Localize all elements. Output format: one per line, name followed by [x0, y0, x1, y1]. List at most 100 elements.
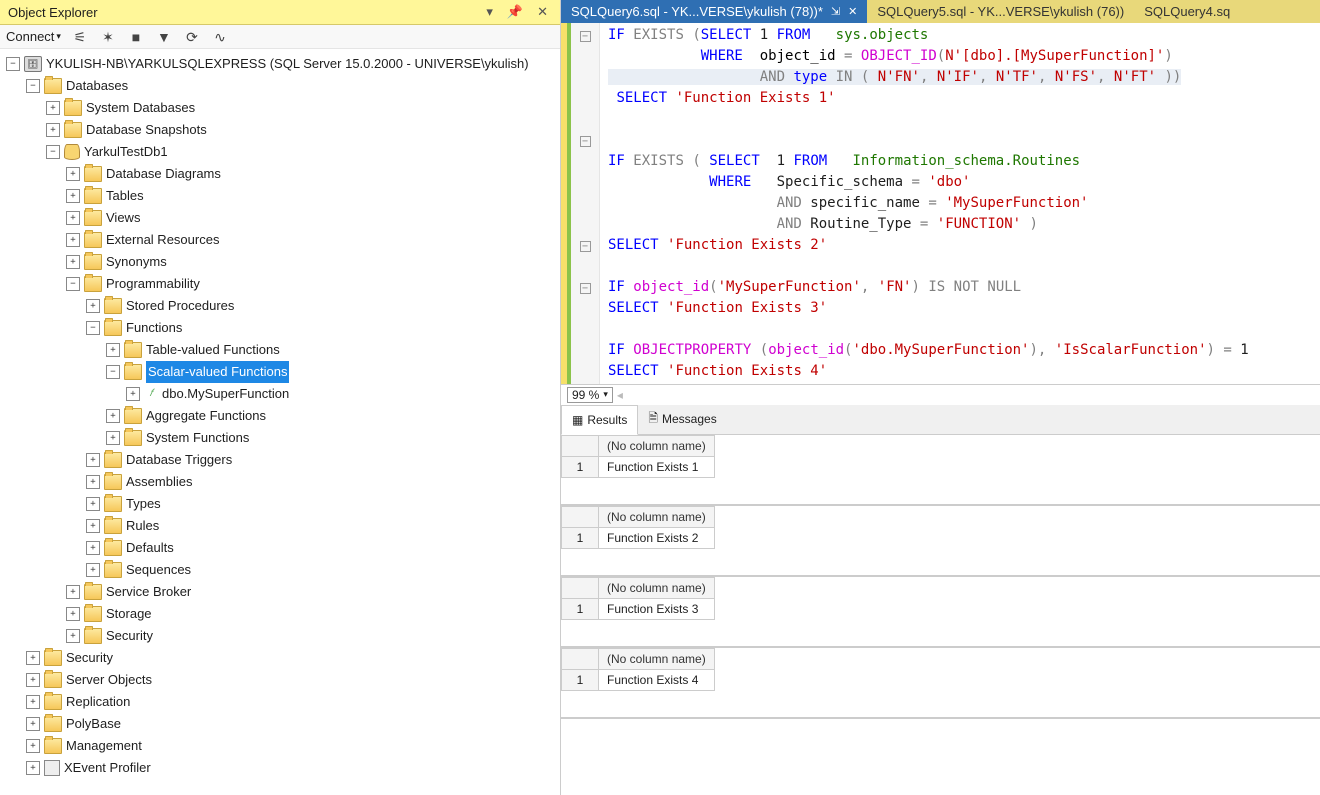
database-diagrams-node[interactable]: +Database Diagrams: [0, 163, 560, 185]
databases-node[interactable]: −Databases: [0, 75, 560, 97]
results-tab[interactable]: ▦Results: [561, 405, 638, 435]
zoom-select[interactable]: 99 %▾: [567, 387, 613, 403]
expand-icon[interactable]: +: [86, 519, 100, 533]
synonyms-node[interactable]: +Synonyms: [0, 251, 560, 273]
defaults-node[interactable]: +Defaults: [0, 537, 560, 559]
tables-node[interactable]: +Tables: [0, 185, 560, 207]
connect-button[interactable]: Connect ▾: [6, 29, 61, 44]
dropdown-icon[interactable]: ▾: [482, 4, 497, 20]
xevent-node[interactable]: +XEvent Profiler: [0, 757, 560, 779]
sys-fn-node[interactable]: +System Functions: [0, 427, 560, 449]
pin-icon[interactable]: ⇲: [831, 5, 840, 18]
db-triggers-node[interactable]: +Database Triggers: [0, 449, 560, 471]
types-node[interactable]: +Types: [0, 493, 560, 515]
code-area[interactable]: IF EXISTS (SELECT 1 FROM sys.objects WHE…: [600, 23, 1320, 384]
management-node[interactable]: +Management: [0, 735, 560, 757]
collapse-icon[interactable]: −: [66, 277, 80, 291]
replication-node[interactable]: +Replication: [0, 691, 560, 713]
collapse-icon[interactable]: −: [106, 365, 120, 379]
row-header[interactable]: 1: [562, 598, 599, 619]
server-objects-node[interactable]: +Server Objects: [0, 669, 560, 691]
row-header[interactable]: 1: [562, 456, 599, 477]
expand-icon[interactable]: +: [66, 607, 80, 621]
svf-node[interactable]: −Scalar-valued Functions: [0, 361, 560, 383]
database-snapshots-node[interactable]: +Database Snapshots: [0, 119, 560, 141]
functions-node[interactable]: −Functions: [0, 317, 560, 339]
service-broker-node[interactable]: +Service Broker: [0, 581, 560, 603]
column-header[interactable]: (No column name): [599, 648, 715, 669]
rules-node[interactable]: +Rules: [0, 515, 560, 537]
expand-icon[interactable]: +: [86, 563, 100, 577]
expand-icon[interactable]: +: [26, 695, 40, 709]
fold-icon[interactable]: −: [580, 31, 591, 42]
expand-icon[interactable]: +: [86, 453, 100, 467]
assemblies-node[interactable]: +Assemblies: [0, 471, 560, 493]
expand-icon[interactable]: +: [66, 167, 80, 181]
expand-icon[interactable]: +: [86, 541, 100, 555]
column-header[interactable]: (No column name): [599, 577, 715, 598]
close-icon[interactable]: ✕: [848, 5, 857, 18]
expand-icon[interactable]: +: [106, 343, 120, 357]
expand-icon[interactable]: +: [26, 739, 40, 753]
expand-icon[interactable]: +: [106, 431, 120, 445]
stored-procedures-node[interactable]: +Stored Procedures: [0, 295, 560, 317]
expand-icon[interactable]: +: [86, 475, 100, 489]
expand-icon[interactable]: +: [26, 673, 40, 687]
cell[interactable]: Function Exists 4: [599, 669, 715, 690]
expand-icon[interactable]: +: [26, 761, 40, 775]
cell[interactable]: Function Exists 2: [599, 527, 715, 548]
messages-tab[interactable]: 🗎Messages: [638, 405, 726, 434]
disconnect-all-icon[interactable]: ✶: [99, 30, 117, 44]
sequences-node[interactable]: +Sequences: [0, 559, 560, 581]
filter-icon[interactable]: ▼: [155, 30, 173, 44]
tvf-node[interactable]: +Table-valued Functions: [0, 339, 560, 361]
cell[interactable]: Function Exists 3: [599, 598, 715, 619]
fold-icon[interactable]: −: [580, 136, 591, 147]
row-header[interactable]: 1: [562, 669, 599, 690]
expand-icon[interactable]: +: [66, 211, 80, 225]
my-function-node[interactable]: +𝑓dbo.MySuperFunction: [0, 383, 560, 405]
close-icon[interactable]: ✕: [533, 4, 552, 20]
programmability-node[interactable]: −Programmability: [0, 273, 560, 295]
tab-sqlquery4[interactable]: SQLQuery4.sq: [1134, 0, 1240, 23]
server-node[interactable]: −🗄YKULISH-NB\YARKULSQLEXPRESS (SQL Serve…: [0, 53, 560, 75]
expand-icon[interactable]: +: [26, 651, 40, 665]
cell[interactable]: Function Exists 1: [599, 456, 715, 477]
database-node[interactable]: −YarkulTestDb1: [0, 141, 560, 163]
security-node[interactable]: +Security: [0, 647, 560, 669]
tab-sqlquery6[interactable]: SQLQuery6.sql - YK...VERSE\ykulish (78))…: [561, 0, 867, 23]
expand-icon[interactable]: +: [46, 101, 60, 115]
views-node[interactable]: +Views: [0, 207, 560, 229]
expand-icon[interactable]: +: [126, 387, 140, 401]
system-databases-node[interactable]: +System Databases: [0, 97, 560, 119]
activity-icon[interactable]: ∿: [211, 30, 229, 44]
pin-icon[interactable]: 📌: [503, 4, 527, 20]
collapse-icon[interactable]: −: [6, 57, 20, 71]
stop-icon[interactable]: ■: [127, 30, 145, 44]
object-explorer-tree[interactable]: −🗄YKULISH-NB\YARKULSQLEXPRESS (SQL Serve…: [0, 49, 560, 795]
collapse-icon[interactable]: −: [26, 79, 40, 93]
expand-icon[interactable]: +: [66, 629, 80, 643]
column-header[interactable]: (No column name): [599, 435, 715, 456]
fold-icon[interactable]: −: [580, 283, 591, 294]
column-header[interactable]: (No column name): [599, 506, 715, 527]
fold-icon[interactable]: −: [580, 241, 591, 252]
expand-icon[interactable]: +: [66, 189, 80, 203]
expand-icon[interactable]: +: [66, 585, 80, 599]
expand-icon[interactable]: +: [86, 299, 100, 313]
agg-fn-node[interactable]: +Aggregate Functions: [0, 405, 560, 427]
expand-icon[interactable]: +: [26, 717, 40, 731]
disconnect-icon[interactable]: ⚟: [71, 30, 89, 44]
collapse-icon[interactable]: −: [86, 321, 100, 335]
expand-icon[interactable]: +: [46, 123, 60, 137]
polybase-node[interactable]: +PolyBase: [0, 713, 560, 735]
expand-icon[interactable]: +: [66, 233, 80, 247]
storage-node[interactable]: +Storage: [0, 603, 560, 625]
sql-editor[interactable]: − − − − IF EXISTS (SELECT 1 FROM sys.obj…: [561, 23, 1320, 384]
row-header[interactable]: 1: [562, 527, 599, 548]
expand-icon[interactable]: +: [86, 497, 100, 511]
expand-icon[interactable]: +: [106, 409, 120, 423]
security-inner-node[interactable]: +Security: [0, 625, 560, 647]
expand-icon[interactable]: +: [66, 255, 80, 269]
tab-sqlquery5[interactable]: SQLQuery5.sql - YK...VERSE\ykulish (76)): [867, 0, 1134, 23]
